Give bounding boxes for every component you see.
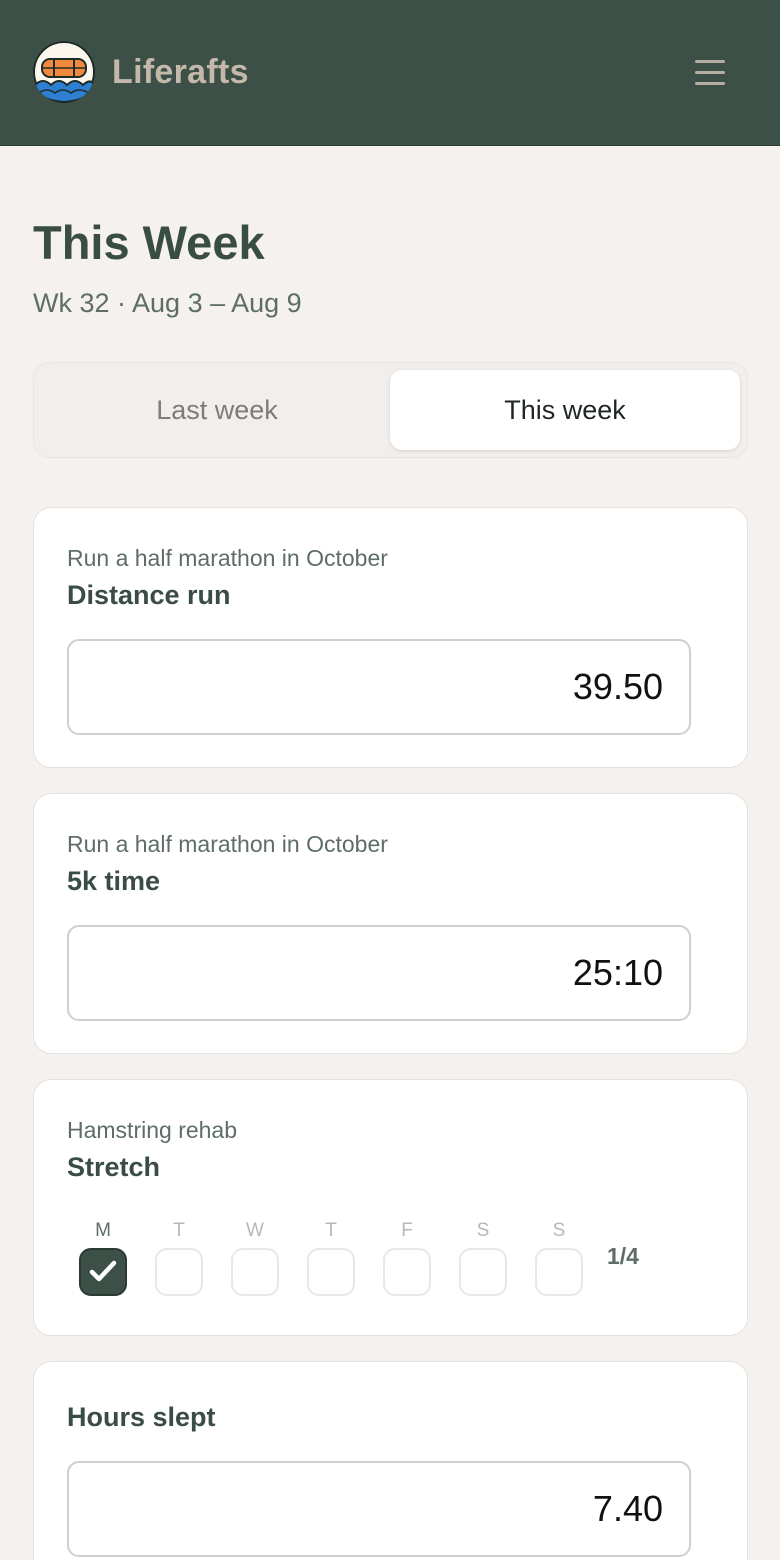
day-friday: F [383,1220,431,1296]
day-checkbox-monday[interactable] [79,1248,127,1296]
liferafts-logo-icon[interactable] [33,41,95,103]
metric-card-stretch: Hamstring rehab Stretch M T W T F S S 1/… [33,1079,748,1336]
top-nav-bar: Liferafts [0,0,780,146]
day-checkbox-tuesday[interactable] [155,1248,203,1296]
day-saturday: S [459,1220,507,1296]
day-sunday: S [535,1220,583,1296]
day-letter: T [325,1220,337,1241]
day-letter: S [476,1220,490,1241]
day-letter: M [95,1220,111,1241]
stretch-progress-count: 1/4 [607,1243,639,1269]
page-title: This Week [33,216,265,269]
day-letter: T [173,1220,185,1241]
day-letter: W [246,1220,264,1241]
last-week-tab[interactable]: Last week [42,370,392,450]
metric-label: Hours slept [67,1402,216,1432]
goal-label: Run a half marathon in October [67,831,388,857]
day-thursday: T [307,1220,355,1296]
metric-card-5k-time: Run a half marathon in October 5k time 2… [33,793,748,1054]
goal-label: Run a half marathon in October [67,545,388,571]
day-checkbox-sunday[interactable] [535,1248,583,1296]
day-checkbox-friday[interactable] [383,1248,431,1296]
5k-time-input[interactable]: 25:10 [67,925,691,1021]
day-letter: S [552,1220,566,1241]
distance-run-input[interactable]: 39.50 [67,639,691,735]
week-toggle: Last week This week [33,362,748,458]
day-tuesday: T [155,1220,203,1296]
metric-label: 5k time [67,866,161,896]
hamburger-menu-icon[interactable] [690,52,730,92]
day-checkbox-wednesday[interactable] [231,1248,279,1296]
day-monday: M [79,1220,127,1296]
checkmark-icon [89,1260,117,1282]
day-wednesday: W [231,1220,279,1296]
day-checkbox-thursday[interactable] [307,1248,355,1296]
app-name[interactable]: Liferafts [112,50,249,94]
week-range: Wk 32 · Aug 3 – Aug 9 [33,288,302,318]
metric-card-hours-slept: Hours slept 7.40 [33,1361,748,1560]
goal-label: Hamstring rehab [67,1117,238,1143]
day-checkbox-saturday[interactable] [459,1248,507,1296]
metric-label: Distance run [67,580,231,610]
day-letter: F [401,1220,413,1241]
metric-card-distance-run: Run a half marathon in October Distance … [33,507,748,768]
hours-slept-input[interactable]: 7.40 [67,1461,691,1557]
this-week-tab[interactable]: This week [390,370,740,450]
metric-label: Stretch [67,1152,161,1182]
